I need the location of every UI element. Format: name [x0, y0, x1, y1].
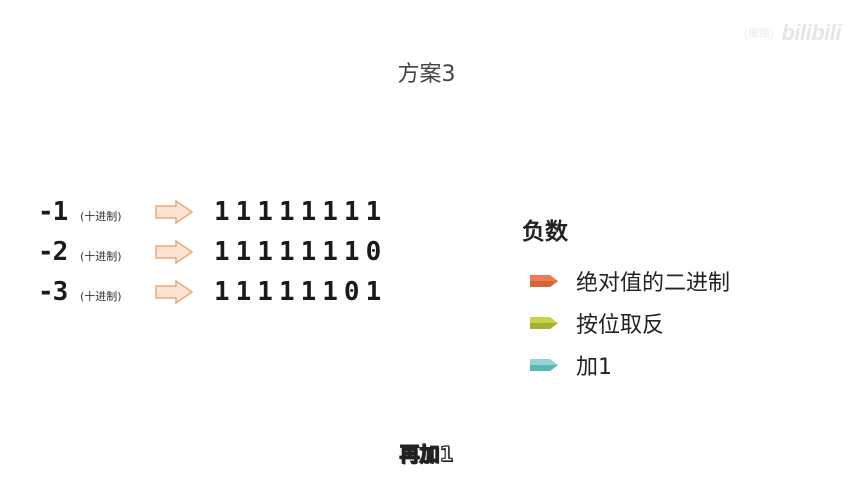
legend-label: 按位取反	[576, 313, 665, 338]
decimal-number: -1	[38, 197, 68, 227]
number-rows: -1 (十进制) 11111111 -2 (十进制) 11111110 -3 (…	[38, 192, 387, 312]
legend-label: 绝对值的二进制	[576, 271, 731, 296]
binary-value: 11111101	[214, 277, 388, 307]
right-arrow-icon	[155, 200, 194, 224]
number-row: -3 (十进制) 11111101	[38, 272, 387, 312]
teal-chevron-icon	[530, 359, 558, 371]
orange-chevron-icon	[530, 275, 558, 287]
legend-label: 加1	[576, 355, 612, 380]
slide-title: 方案3	[397, 62, 456, 87]
decimal-number: -2	[38, 237, 68, 267]
binary-value: 11111110	[214, 237, 388, 267]
decimal-note: (十进制)	[80, 210, 122, 223]
legend-heading: 负数	[522, 219, 568, 245]
number-row: -1 (十进制) 11111111	[38, 192, 387, 232]
negative-number-legend: 负数 绝对值的二进制 按位取反 加1	[522, 212, 730, 386]
decimal-number: -3	[38, 277, 68, 307]
decimal-note: (十进制)	[80, 250, 122, 263]
video-subtitle: 再加1	[399, 441, 454, 466]
legend-item-add-one: 加1	[522, 344, 730, 386]
binary-value: 11111111	[214, 197, 388, 227]
watermark: (模糊) bilibili	[744, 20, 841, 46]
legend-item-bitwise-not: 按位取反	[522, 302, 730, 344]
number-row: -2 (十进制) 11111110	[38, 232, 387, 272]
legend-item-absolute-binary: 绝对值的二进制	[522, 260, 730, 302]
watermark-text: (模糊)	[744, 28, 774, 40]
bilibili-logo: bilibili	[781, 20, 841, 45]
right-arrow-icon	[155, 240, 194, 264]
green-chevron-icon	[530, 317, 558, 329]
decimal-note: (十进制)	[80, 290, 122, 303]
right-arrow-icon	[155, 280, 194, 304]
